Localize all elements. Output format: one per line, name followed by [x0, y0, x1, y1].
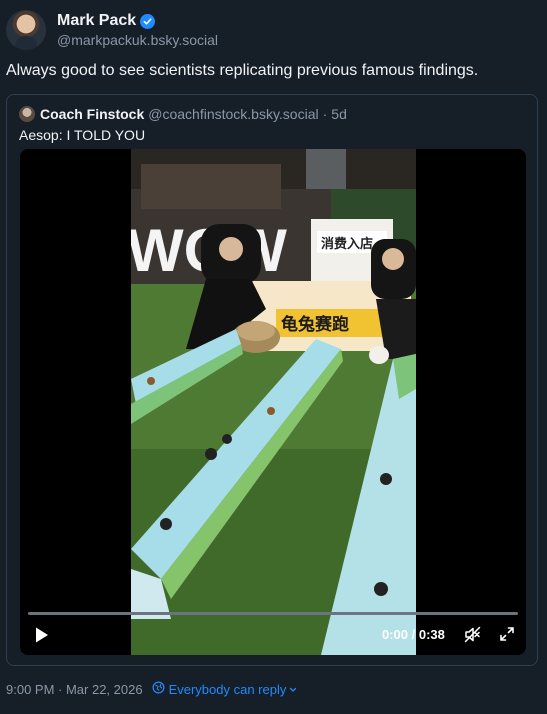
- quoted-author-name[interactable]: Coach Finstock: [40, 106, 144, 122]
- mute-icon[interactable]: [464, 626, 481, 643]
- post-header: Mark Pack @markpackuk.bsky.social: [0, 0, 547, 56]
- globe-icon: [152, 681, 165, 697]
- play-icon[interactable]: [34, 626, 50, 644]
- author-row: Mark Pack: [57, 11, 156, 31]
- chevron-down-icon: [289, 682, 297, 697]
- quoted-post[interactable]: Coach Finstock @coachfinstock.bsky.socia…: [6, 94, 538, 666]
- quoted-post-text: Aesop: I TOLD YOU: [19, 127, 146, 143]
- quoted-separator: ·: [322, 106, 328, 122]
- verified-badge-icon: [140, 13, 156, 29]
- video-progress-bar[interactable]: [28, 612, 518, 615]
- video-player[interactable]: WOW 消费入店 龟兔赛跑: [20, 149, 526, 655]
- quoted-avatar[interactable]: [19, 106, 35, 122]
- quoted-post-age[interactable]: 5d: [331, 106, 347, 122]
- avatar[interactable]: [6, 10, 46, 50]
- post-text: Always good to see scientists replicatin…: [6, 62, 479, 79]
- post-timestamp[interactable]: 9:00 PM · Mar 22, 2026: [6, 682, 143, 697]
- reply-setting-button[interactable]: Everybody can reply: [152, 681, 298, 697]
- video-scene-illustration: WOW 消费入店 龟兔赛跑: [131, 149, 416, 655]
- quoted-post-header: Coach Finstock @coachfinstock.bsky.socia…: [19, 106, 347, 122]
- video-time-display: 0:00 / 0:38: [382, 627, 445, 642]
- post-footer: 9:00 PM · Mar 22, 2026 Everybody can rep…: [6, 681, 297, 697]
- quoted-author-handle[interactable]: @coachfinstock.bsky.social: [148, 106, 318, 122]
- scene-sign-text: 消费入店: [321, 236, 373, 252]
- video-frame: WOW 消费入店 龟兔赛跑: [131, 149, 416, 655]
- fullscreen-icon[interactable]: [499, 626, 515, 642]
- reply-setting-label: Everybody can reply: [168, 681, 287, 697]
- scene-banner-text: 龟兔赛跑: [281, 314, 349, 335]
- author-handle[interactable]: @markpackuk.bsky.social: [57, 32, 218, 48]
- author-name[interactable]: Mark Pack: [57, 12, 136, 30]
